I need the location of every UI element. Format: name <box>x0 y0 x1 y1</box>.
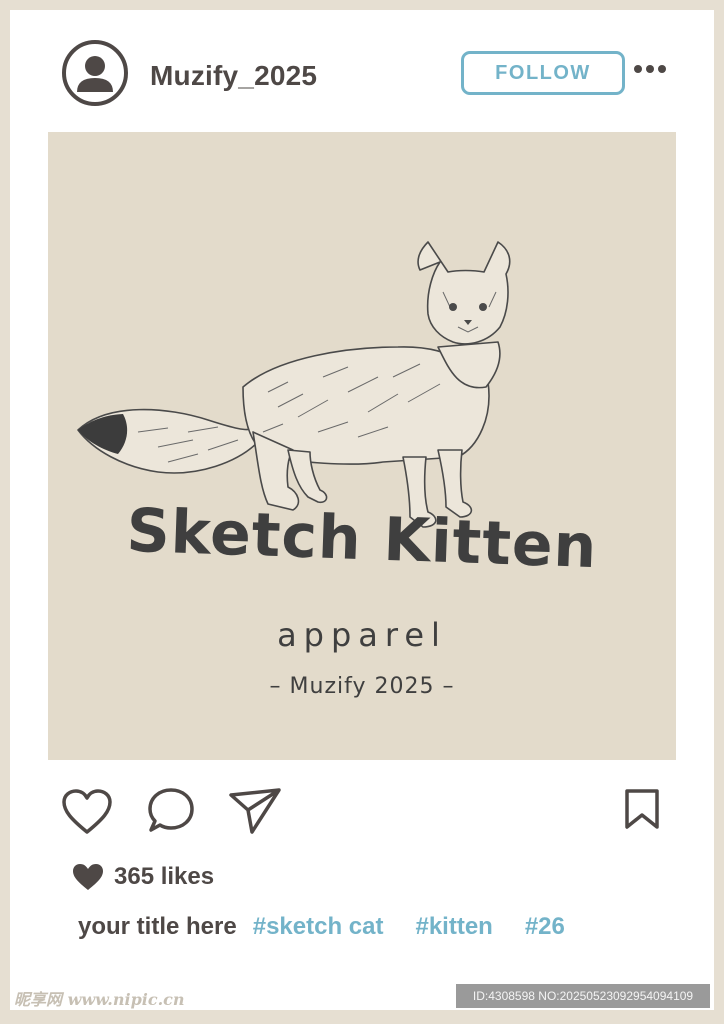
image-id-bar: ID:4308598 NO:20250523092954094109 <box>456 984 710 1008</box>
caption-title: your title here <box>78 913 237 940</box>
username[interactable]: Muzify_2025 <box>150 60 317 92</box>
post-header: Muzify_2025 FOLLOW <box>10 10 714 132</box>
hashtag[interactable]: #kitten <box>415 913 492 941</box>
comment-icon[interactable] <box>146 786 196 836</box>
hashtag[interactable]: #sketch cat <box>253 913 384 941</box>
likes-count[interactable]: 365 likes <box>114 863 214 891</box>
more-icon[interactable] <box>634 62 666 76</box>
avatar[interactable] <box>62 40 128 106</box>
image-credit: – Muzify 2025 – <box>269 674 455 699</box>
cat-sketch-illustration <box>77 241 511 528</box>
likes-row: 365 likes <box>72 862 214 892</box>
caption: your title here #sketch cat #kitten #26 <box>78 910 565 944</box>
user-avatar-icon <box>77 56 113 92</box>
follow-button[interactable]: FOLLOW <box>461 51 625 95</box>
bookmark-icon[interactable] <box>624 788 660 830</box>
small-heart-icon <box>73 864 103 890</box>
post-card: Muzify_2025 FOLLOW Sketch Kitten apparel… <box>10 10 714 1010</box>
heart-icon[interactable] <box>61 788 113 836</box>
site-watermark: 昵享网 www.nipic.cn <box>14 990 185 1009</box>
image-subtitle: apparel <box>277 616 447 654</box>
send-icon[interactable] <box>228 786 282 836</box>
hashtag[interactable]: #26 <box>525 913 565 941</box>
post-image[interactable]: Sketch Kitten apparel – Muzify 2025 – <box>48 132 676 760</box>
